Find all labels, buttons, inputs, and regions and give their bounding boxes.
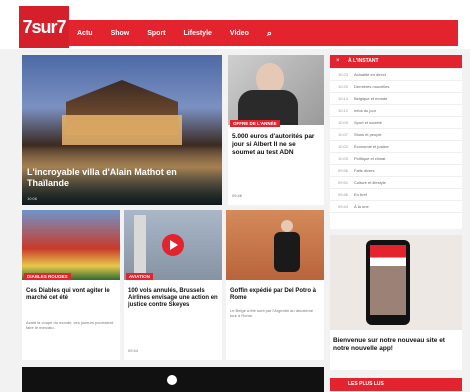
news-text[interactable]: Show et people xyxy=(354,132,382,137)
latest-news-item[interactable]: 10:09 Sport et société xyxy=(330,117,462,129)
promo-title[interactable]: Bienvenue sur notre nouveau site et notr… xyxy=(333,337,459,353)
video-strip[interactable] xyxy=(22,367,324,392)
card-time: 09:44 xyxy=(128,348,139,353)
sidebar-heading: À L'INSTANT xyxy=(330,55,462,68)
news-time: 10:00 xyxy=(338,156,349,161)
most-read-heading: LES PLUS LUS xyxy=(330,378,462,391)
top-bar: 7sur7 Actu Show Sport Lifestyle Video ⌕ xyxy=(0,0,470,49)
phone-screen xyxy=(370,245,406,315)
news-text[interactable]: Actualité en direct xyxy=(354,72,386,77)
card-blurb: Le Belge a été sorti par l'Argentin au d… xyxy=(230,308,314,318)
news-text[interactable]: À la une xyxy=(354,204,369,209)
news-text[interactable]: Infos du jour xyxy=(354,108,376,113)
latest-news-item[interactable]: 09:56 Faits divers xyxy=(330,165,462,177)
news-text[interactable]: Dernières nouvelles xyxy=(354,84,389,89)
player-head-shape xyxy=(281,220,293,232)
news-text[interactable]: Économie et justice xyxy=(354,144,389,149)
news-time: 09:51 xyxy=(338,180,349,185)
clock-icon: × xyxy=(336,58,340,64)
news-time: 09:46 xyxy=(338,192,349,197)
nav-item-actu[interactable]: Actu xyxy=(77,30,93,37)
card-diables[interactable]: DIABLES ROUGES Ces Diables qui vont agit… xyxy=(22,210,120,360)
latest-news-item[interactable]: 10:07 Show et people xyxy=(330,129,462,141)
news-text[interactable]: Culture et lifestyle xyxy=(354,180,386,185)
card-title[interactable]: Goffin expédié par Del Potro à Rome xyxy=(230,288,320,302)
card-brussels-airlines[interactable]: AVIATION 100 vols annulés, Brussels Airl… xyxy=(124,210,222,360)
latest-news-item[interactable]: 10:23 Actualité en direct xyxy=(330,69,462,81)
news-time: 10:23 xyxy=(338,72,349,77)
news-time: 10:14 xyxy=(338,96,349,101)
card-goffin[interactable]: Goffin expédié par Del Potro à Rome Le B… xyxy=(226,210,324,360)
top-right-article[interactable]: OFFRE DE L'ANNÉE 5.000 euros d'autorités… xyxy=(228,55,324,205)
latest-news-item[interactable]: 10:00 Politique et climat xyxy=(330,153,462,165)
video-icon xyxy=(167,375,177,385)
nav-item-lifestyle[interactable]: Lifestyle xyxy=(184,30,212,37)
news-text[interactable]: Sport et société xyxy=(354,120,382,125)
player-body-shape xyxy=(274,232,300,272)
main-article[interactable]: L'incroyable villa d'Alain Mathot en Tha… xyxy=(22,55,222,205)
latest-news-item[interactable]: 09:51 Culture et lifestyle xyxy=(330,177,462,189)
play-button[interactable] xyxy=(162,234,184,256)
site-logo[interactable]: 7sur7 xyxy=(19,6,69,48)
card-blurb: Avant la coupe du monde, ces joueurs pou… xyxy=(26,320,114,330)
latest-news-item[interactable]: 10:12 Infos du jour xyxy=(330,105,462,117)
news-time: 09:56 xyxy=(338,168,349,173)
card-title[interactable]: Ces Diables qui vont agiter le marché ce… xyxy=(26,288,116,302)
news-text[interactable]: Faits divers xyxy=(354,168,374,173)
main-article-time: 10:06 xyxy=(27,196,38,201)
top-right-time: 09:46 xyxy=(232,193,243,198)
news-text[interactable]: Belgique et monde xyxy=(354,96,387,101)
article-badge: OFFRE DE L'ANNÉE xyxy=(230,120,280,127)
news-time: 10:02 xyxy=(338,144,349,149)
news-text[interactable]: En bref xyxy=(354,192,367,197)
villa-lights xyxy=(62,115,182,145)
top-right-title[interactable]: 5.000 euros d'autorités par jour si Albe… xyxy=(232,133,320,156)
nav-item-show[interactable]: Show xyxy=(111,30,130,37)
latest-news-item[interactable]: 09:46 En bref xyxy=(330,189,462,201)
news-time: 10:07 xyxy=(338,132,349,137)
search-icon[interactable]: ⌕ xyxy=(267,28,272,39)
play-icon xyxy=(170,240,178,250)
news-time: 09:44 xyxy=(338,204,349,209)
latest-news-item[interactable]: 09:44 À la une xyxy=(330,201,462,213)
tower-shape xyxy=(134,215,146,275)
main-article-title[interactable]: L'incroyable villa d'Alain Mathot en Tha… xyxy=(27,167,217,189)
card-title[interactable]: 100 vols annulés, Brussels Airlines envi… xyxy=(128,288,218,310)
latest-news-item[interactable]: 10:14 Belgique et monde xyxy=(330,93,462,105)
card-badge: AVIATION xyxy=(126,273,153,280)
news-time: 10:20 xyxy=(338,84,349,89)
app-promo[interactable]: Bienvenue sur notre nouveau site et notr… xyxy=(330,235,462,370)
nav-item-video[interactable]: Video xyxy=(230,30,249,37)
latest-news-list: 10:23 Actualité en direct 10:20 Dernières n… xyxy=(330,69,462,229)
news-time: 10:12 xyxy=(338,108,349,113)
nav-item-sport[interactable]: Sport xyxy=(147,30,165,37)
latest-news-item[interactable]: 10:02 Économie et justice xyxy=(330,141,462,153)
stadium-image xyxy=(22,210,120,280)
news-time: 10:09 xyxy=(338,120,349,125)
news-text[interactable]: Politique et climat xyxy=(354,156,385,161)
latest-news-item[interactable]: 10:20 Dernières nouvelles xyxy=(330,81,462,93)
main-nav: Actu Show Sport Lifestyle Video ⌕ xyxy=(69,20,458,46)
card-badge: DIABLES ROUGES xyxy=(24,273,71,280)
